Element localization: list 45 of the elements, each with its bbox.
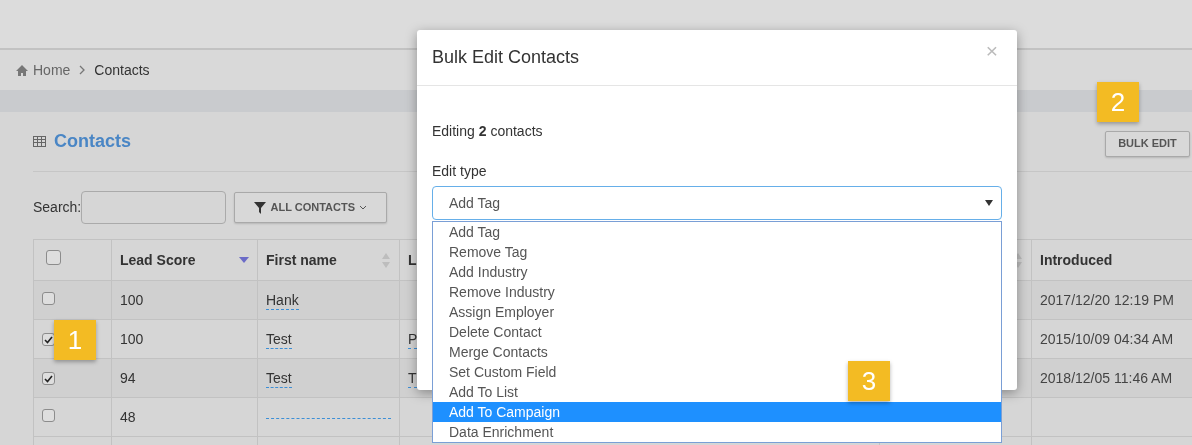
table-cell: 100 <box>111 319 258 359</box>
table-cell: 2017/12/20 12:19 PM <box>1031 280 1192 320</box>
step-number-badge: 3 <box>848 361 890 401</box>
dropdown-option[interactable]: Add Tag <box>449 224 501 240</box>
filter-button[interactable]: ALL CONTACTS <box>234 192 388 223</box>
table-cell: 2018/12/05 11:46 AM <box>1031 358 1192 398</box>
dropdown-option[interactable]: Remove Industry <box>449 284 555 300</box>
card-title: Contacts <box>54 130 131 153</box>
editable-name-link[interactable]: T <box>408 369 417 388</box>
caret-icon <box>985 200 993 206</box>
field-label: Edit type <box>432 162 488 181</box>
search-label: Search: <box>33 198 82 217</box>
dropdown-option[interactable]: Merge Contacts <box>449 344 548 360</box>
table-cell: 48 <box>111 397 258 437</box>
step-number-badge: 1 <box>54 320 96 360</box>
filter-icon <box>254 201 267 214</box>
dropdown-option[interactable]: Add To List <box>449 384 518 400</box>
checkbox[interactable] <box>42 291 55 305</box>
table-cell: 94 <box>111 358 258 398</box>
edit-type-select[interactable]: Add Tag <box>432 186 1002 220</box>
table-cell: 100 <box>111 280 258 320</box>
dropdown-option[interactable]: Data Enrichment <box>449 424 554 440</box>
chevron-right-icon <box>78 65 87 75</box>
bulk-edit-button[interactable]: BULK EDIT <box>1105 130 1190 157</box>
editable-name-link[interactable]: Hank <box>266 291 299 310</box>
dropdown-option[interactable]: Assign Employer <box>449 304 555 320</box>
edit-summary: Editing 2 contacts <box>432 122 544 141</box>
editable-name-link[interactable]: Test <box>266 369 292 388</box>
dropdown-option[interactable]: Set Custom Field <box>449 364 557 380</box>
dropdown-option[interactable]: Delete Contact <box>449 324 542 340</box>
column-header[interactable]: L <box>408 249 417 271</box>
dropdown-option[interactable]: Remove Tag <box>449 244 528 260</box>
editable-name-link[interactable]: Test <box>266 330 292 349</box>
home-icon <box>15 63 29 77</box>
checkbox[interactable] <box>42 372 55 385</box>
breadcrumb-link[interactable]: Home <box>33 59 71 81</box>
table-icon <box>33 136 46 147</box>
breadcrumb-current: Contacts <box>94 60 150 80</box>
step-number-badge: 2 <box>1097 82 1139 122</box>
search-field[interactable] <box>81 191 227 224</box>
dropdown-option[interactable]: Add Industry <box>449 264 528 280</box>
checkbox[interactable] <box>46 249 61 265</box>
chevron-down-icon <box>359 205 367 210</box>
modal-title: Bulk Edit Contacts <box>432 46 580 69</box>
checkbox[interactable] <box>42 408 55 422</box>
